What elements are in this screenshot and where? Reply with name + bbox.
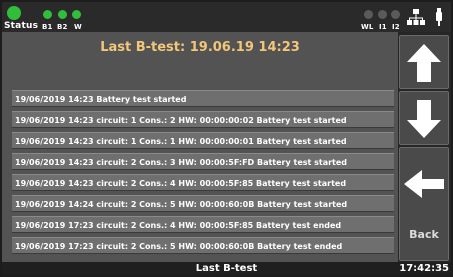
scroll-down-button[interactable] [399, 91, 449, 145]
bottom-bar: Last B-test 17:42:35 [2, 262, 451, 275]
b2-label: B2 [57, 23, 68, 31]
i2-indicator [391, 10, 400, 19]
log-row: 19/06/2019 14:23 circuit: 1 Cons.: 2 HW:… [12, 111, 394, 128]
log-row: 19/06/2019 14:23 circuit: 2 Cons.: 3 HW:… [12, 153, 394, 170]
status-bar: Status B1 B2 W WL I1 I2 [2, 2, 451, 32]
arrow-left-icon [404, 170, 444, 198]
status-label: Status [4, 21, 39, 31]
network-icon [407, 9, 425, 25]
status-indicator [7, 6, 21, 20]
b1-label: B1 [42, 23, 53, 31]
log-row: 19/06/2019 14:23 circuit: 1 Cons.: 1 HW:… [12, 132, 394, 149]
wl-indicator [364, 10, 373, 19]
w-indicator [72, 10, 81, 19]
clock: 17:42:35 [399, 263, 449, 274]
arrow-down-icon [407, 100, 441, 138]
i1-label: I1 [379, 23, 387, 31]
scroll-up-button[interactable] [399, 35, 449, 89]
b2-indicator [58, 10, 67, 19]
i2-label: I2 [392, 23, 400, 31]
i1-indicator [378, 10, 387, 19]
log-row: 19/06/2019 17:23 circuit: 2 Cons.: 4 HW:… [12, 216, 394, 233]
page-title: Last B-test: 19.06.19 14:23 [100, 40, 300, 55]
w-label: W [74, 23, 82, 31]
b1-indicator [43, 10, 52, 19]
back-button[interactable]: Back [399, 147, 449, 261]
bottom-title: Last B-test [195, 263, 258, 274]
usb-icon [436, 8, 442, 26]
log-row: 19/06/2019 17:23 circuit: 2 Cons.: 5 HW:… [12, 237, 394, 254]
log-panel: Last B-test: 19.06.19 14:23 19/06/2019 1… [2, 32, 398, 262]
back-label: Back [409, 228, 439, 241]
screen: Status B1 B2 W WL I1 I2 Last B-test: 19.… [2, 2, 451, 275]
arrow-up-icon [407, 44, 441, 82]
log-row: 19/06/2019 14:23 circuit: 2 Cons.: 4 HW:… [12, 174, 394, 191]
log-row: 19/06/2019 14:23 Battery test started [12, 90, 394, 107]
log-row: 19/06/2019 14:24 circuit: 2 Cons.: 5 HW:… [12, 195, 394, 212]
wl-label: WL [361, 23, 374, 31]
